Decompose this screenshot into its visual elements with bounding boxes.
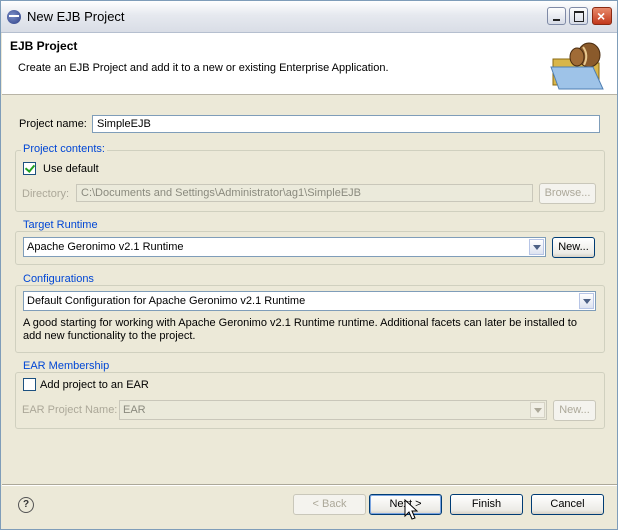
chevron-down-icon[interactable]: [529, 239, 544, 255]
project-name-input[interactable]: SimpleEJB: [92, 115, 600, 133]
mouse-cursor-icon: [404, 499, 418, 520]
project-contents-group: [15, 150, 605, 212]
directory-label: Directory:: [22, 188, 70, 200]
title-bar[interactable]: New EJB Project ×: [1, 1, 617, 33]
target-runtime-value: Apache Geronimo v2.1 Runtime: [27, 241, 184, 253]
new-runtime-button[interactable]: New...: [552, 237, 595, 258]
finish-button[interactable]: Finish: [450, 494, 523, 515]
window-title: New EJB Project: [27, 9, 125, 24]
new-ejb-project-dialog: New EJB Project × EJB Project Create an …: [0, 0, 618, 530]
configuration-value: Default Configuration for Apache Geronim…: [27, 295, 306, 307]
page-description: Create an EJB Project and add it to a ne…: [18, 62, 389, 74]
configuration-description: A good starting for working with Apache …: [23, 317, 577, 342]
close-icon: ×: [597, 8, 606, 24]
page-title: EJB Project: [10, 39, 78, 53]
eclipse-icon: [7, 10, 21, 24]
footer-divider: [2, 484, 617, 486]
browse-button[interactable]: Browse...: [539, 183, 596, 204]
help-icon[interactable]: ?: [18, 497, 34, 513]
project-name-label: Project name:: [19, 118, 87, 130]
ear-project-value: EAR: [123, 404, 146, 416]
target-runtime-title: Target Runtime: [21, 219, 100, 231]
directory-input[interactable]: C:\Documents and Settings\Administrator\…: [76, 184, 533, 202]
ear-project-name-label: EAR Project Name:: [22, 404, 118, 416]
configurations-title: Configurations: [21, 273, 96, 285]
use-default-label: Use default: [43, 163, 99, 175]
target-runtime-select[interactable]: Apache Geronimo v2.1 Runtime: [23, 237, 546, 257]
ear-project-select[interactable]: EAR: [119, 400, 547, 420]
add-to-ear-label: Add project to an EAR: [40, 379, 149, 391]
use-default-checkbox[interactable]: [23, 162, 36, 175]
chevron-down-icon[interactable]: [579, 293, 594, 309]
folder-bean-icon: [550, 42, 604, 90]
back-button[interactable]: < Back: [293, 494, 366, 515]
ear-membership-title: EAR Membership: [21, 360, 112, 372]
new-ear-button[interactable]: New...: [553, 400, 596, 421]
maximize-button[interactable]: [569, 7, 588, 25]
wizard-banner: EJB Project Create an EJB Project and ad…: [2, 33, 617, 95]
minimize-button[interactable]: [547, 7, 566, 25]
chevron-down-icon: [530, 402, 545, 418]
configuration-select[interactable]: Default Configuration for Apache Geronim…: [23, 291, 596, 311]
project-contents-title: Project contents:: [21, 143, 107, 155]
add-to-ear-checkbox[interactable]: [23, 378, 36, 391]
close-button[interactable]: ×: [592, 7, 612, 25]
cancel-button[interactable]: Cancel: [531, 494, 604, 515]
